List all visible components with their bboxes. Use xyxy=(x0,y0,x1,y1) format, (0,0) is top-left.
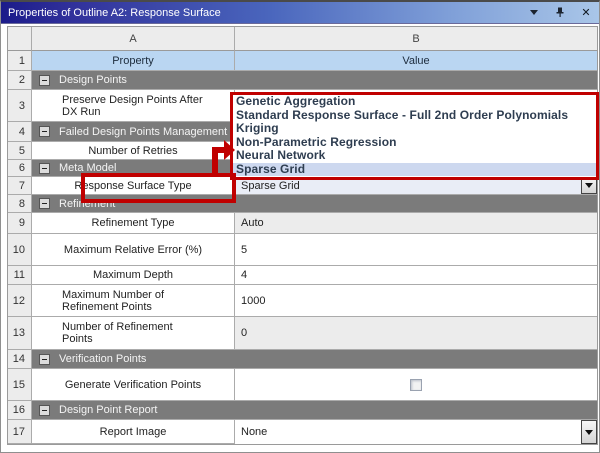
row-number: 6 xyxy=(8,160,32,177)
section-label: Design Point Report xyxy=(59,404,157,416)
generate-verification-points-checkbox[interactable] xyxy=(410,379,422,391)
response-surface-type-dropdown-list: Genetic Aggregation Standard Response Su… xyxy=(230,92,599,180)
section-header-design-points[interactable]: Design Points xyxy=(32,71,597,90)
property-label: Refinement Type xyxy=(32,213,235,234)
properties-panel: Properties of Outline A2: Response Surfa… xyxy=(0,0,600,453)
section-label: Refinement xyxy=(59,198,115,210)
property-label: Maximum Number of Refinement Points xyxy=(32,285,235,317)
row-number: 4 xyxy=(8,122,32,142)
section-label: Failed Design Points Management xyxy=(59,126,227,138)
row-number: 16 xyxy=(8,401,32,420)
section-label: Design Points xyxy=(59,74,127,86)
value-cell[interactable]: 4 xyxy=(235,266,597,285)
row-number: 10 xyxy=(8,234,32,266)
collapse-icon[interactable] xyxy=(39,354,50,365)
section-header-refinement[interactable]: Refinement xyxy=(32,195,597,213)
dropdown-item[interactable]: Non-Parametric Regression xyxy=(233,136,596,150)
table-row: 15 Generate Verification Points xyxy=(8,369,597,401)
section-label: Meta Model xyxy=(59,162,116,174)
combobox-value: None xyxy=(241,426,267,438)
collapse-icon[interactable] xyxy=(39,405,50,416)
table-row: 12 Maximum Number of Refinement Points 1… xyxy=(8,285,597,317)
collapse-icon[interactable] xyxy=(39,163,50,174)
dropdown-arrow-icon[interactable] xyxy=(581,420,597,444)
row-number: 11 xyxy=(8,266,32,285)
report-image-combobox[interactable]: None xyxy=(235,420,597,444)
table-row: 10 Maximum Relative Error (%) 5 xyxy=(8,234,597,266)
value-cell xyxy=(235,369,597,401)
table-row: 11 Maximum Depth 4 xyxy=(8,266,597,285)
chevron-down-icon[interactable] xyxy=(527,6,541,20)
property-label: Maximum Relative Error (%) xyxy=(32,234,235,266)
property-label: Number of Retries xyxy=(32,142,235,160)
property-label: Preserve Design Points After DX Run xyxy=(32,90,235,122)
row-number: 15 xyxy=(8,369,32,401)
value-column-title: Value xyxy=(235,51,597,71)
section-header-design-point-report[interactable]: Design Point Report xyxy=(32,401,597,420)
collapse-icon[interactable] xyxy=(39,198,50,209)
section-row-verification-points[interactable]: 14 Verification Points xyxy=(8,350,597,369)
dropdown-item[interactable]: Genetic Aggregation xyxy=(233,95,596,109)
property-label-response-surface-type: Response Surface Type xyxy=(32,177,235,195)
property-label: Generate Verification Points xyxy=(32,369,235,401)
titlebar: Properties of Outline A2: Response Surfa… xyxy=(1,2,599,24)
row-number: 3 xyxy=(8,90,32,122)
collapse-icon[interactable] xyxy=(39,126,50,137)
table-row: 9 Refinement Type Auto xyxy=(8,213,597,234)
dropdown-item[interactable]: Neural Network xyxy=(233,149,596,163)
panel-title: Properties of Outline A2: Response Surfa… xyxy=(1,7,221,19)
row-number: 2 xyxy=(8,71,32,90)
dropdown-item-selected[interactable]: Sparse Grid xyxy=(233,163,596,177)
row-number: 14 xyxy=(8,350,32,369)
value-cell[interactable]: 5 xyxy=(235,234,597,266)
value-cell-readonly: 0 xyxy=(235,317,597,350)
section-header-verification-points[interactable]: Verification Points xyxy=(32,350,597,369)
row-number: 12 xyxy=(8,285,32,317)
row-number: 5 xyxy=(8,142,32,160)
section-row-design-point-report[interactable]: 16 Design Point Report xyxy=(8,401,597,420)
property-label: Number of Refinement Points xyxy=(32,317,235,350)
section-label: Verification Points xyxy=(59,353,146,365)
property-column-title: Property xyxy=(32,51,235,71)
pin-icon[interactable] xyxy=(553,6,567,20)
dropdown-item[interactable]: Standard Response Surface - Full 2nd Ord… xyxy=(233,109,596,123)
table-row: 17 Report Image None xyxy=(8,420,597,444)
property-label: Maximum Depth xyxy=(32,266,235,285)
row-number: 8 xyxy=(8,195,32,213)
corner-cell xyxy=(8,27,32,51)
close-icon[interactable]: ✕ xyxy=(579,6,593,20)
table-row: 1 Property Value xyxy=(8,51,597,71)
property-label: Report Image xyxy=(32,420,235,444)
column-header-b: B xyxy=(235,27,597,51)
row-number: 1 xyxy=(8,51,32,71)
row-number: 9 xyxy=(8,213,32,234)
row-number: 13 xyxy=(8,317,32,350)
section-row-design-points[interactable]: 2 Design Points xyxy=(8,71,597,90)
section-row-refinement[interactable]: 8 Refinement xyxy=(8,195,597,213)
value-cell-readonly: Auto xyxy=(235,213,597,234)
collapse-icon[interactable] xyxy=(39,75,50,86)
dropdown-item[interactable]: Kriging xyxy=(233,122,596,136)
value-cell[interactable]: 1000 xyxy=(235,285,597,317)
properties-table: A B 1 Property Value 2 Design Points 3 P… xyxy=(7,26,598,445)
table-row: 13 Number of Refinement Points 0 xyxy=(8,317,597,350)
column-header-a: A xyxy=(32,27,235,51)
row-number: 7 xyxy=(8,177,32,195)
column-header-row: A B xyxy=(8,27,597,51)
combobox-value: Sparse Grid xyxy=(241,180,300,192)
row-number: 17 xyxy=(8,420,32,444)
